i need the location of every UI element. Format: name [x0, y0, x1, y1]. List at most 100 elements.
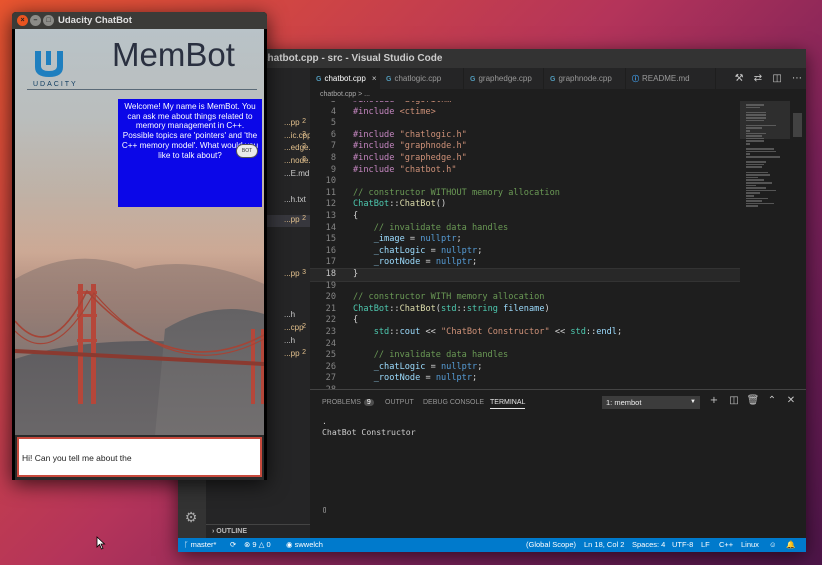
panel-tab[interactable]: DEBUG CONSOLE [423, 399, 484, 406]
code-line: 11 // constructor WITHOUT memory allocati… [310, 188, 740, 200]
git-branch[interactable]: ᚴ master* [184, 538, 216, 552]
more-actions-icon[interactable]: ⋯ [792, 73, 802, 84]
terminal-select[interactable]: 1: membot ▼ [602, 396, 700, 409]
line-number: 24 [325, 338, 336, 349]
sidebar-file-item[interactable]: ...cpp 2 [284, 323, 310, 335]
sidebar-file-badge: 2 [302, 156, 306, 163]
encoding-status[interactable]: UTF-8 [672, 538, 693, 552]
sidebar-file-item[interactable]: ...pp 2 [284, 118, 310, 130]
editor-tab-label: graphedge.cpp [478, 74, 532, 83]
feedback-smiley-icon[interactable]: ☺ [769, 538, 777, 552]
settings-gear-icon[interactable]: ⚙ [183, 510, 199, 526]
line-number: 26 [325, 361, 336, 372]
sidebar-file-item[interactable]: ...E.md ~/... [284, 169, 310, 181]
sidebar-file-badge: 2 [302, 118, 306, 125]
sidebar-file-item[interactable]: ...pp 2 [284, 349, 310, 361]
code-line: 10 [310, 176, 740, 188]
compare-icon[interactable]: ⇄ [754, 73, 762, 84]
minimap-line [746, 166, 762, 168]
close-icon[interactable]: × [372, 74, 377, 83]
editor-actions: ⚒ ⇄ ◫ ⋯ [728, 68, 802, 89]
code-line: 22 { [310, 315, 740, 327]
sidebar-file-item[interactable]: ...pp 2 [284, 215, 310, 227]
minimap-line [746, 150, 776, 153]
minimap[interactable] [740, 101, 790, 389]
line-number: 23 [325, 327, 336, 337]
panel-tab-label: DEBUG CONSOLE [423, 399, 485, 406]
close-panel-icon[interactable]: ✕ [784, 395, 798, 406]
sidebar-file-item[interactable]: ...h [284, 310, 310, 322]
sidebar-file-item[interactable]: ...pp 3 [284, 269, 310, 281]
add-terminal-icon[interactable]: + [707, 395, 721, 406]
chevron-right-icon: › [212, 528, 215, 535]
line-number: 15 [325, 234, 336, 245]
language-status[interactable]: C++ [719, 538, 733, 552]
minimap-line [746, 202, 774, 205]
sidebar-file-label: ...node.cpp [284, 156, 310, 165]
code-editor[interactable]: 3#include "algorithm"4#include <ctime>56… [310, 101, 740, 389]
sidebar-file-label: ...h [284, 310, 296, 319]
notifications-bell-icon[interactable]: 🔔 [786, 538, 795, 552]
sidebar-file-item[interactable]: ...edge.cpp2 [284, 143, 310, 155]
heading-divider [27, 89, 257, 90]
build-icon[interactable]: ⚒ [735, 73, 744, 84]
github-user[interactable]: ◉ swwelch [286, 538, 323, 552]
minimap-line [746, 153, 750, 155]
file-type-icon: ⓘ [632, 76, 639, 83]
code-line: 20 // constructor WITH memory allocation [310, 292, 740, 304]
code-line: 27 _rootNode = nullptr; [310, 373, 740, 385]
minimap-line [746, 161, 766, 163]
maximize-window-icon[interactable]: □ [43, 15, 54, 26]
minimap-line [746, 156, 780, 158]
maximize-panel-icon[interactable]: ⌃ [765, 395, 779, 406]
sidebar-file-item[interactable]: ...ic.cpp 3 [284, 131, 310, 143]
editor-tab[interactable]: Ggraphedge.cpp [464, 68, 544, 89]
editor-scrollbar[interactable] [790, 101, 806, 389]
sidebar-file-item[interactable]: ...h [284, 336, 310, 348]
eol-status[interactable]: LF [701, 538, 710, 552]
editor-tab[interactable]: Gchatbot.cpp × [310, 68, 380, 89]
outline-section[interactable]: › OUTLINE [206, 524, 310, 538]
indentation-status[interactable]: Spaces: 4 [632, 538, 665, 552]
chat-message-input[interactable]: Hi! Can you tell me about the [17, 437, 262, 477]
udacity-logo-text: UDACITY [33, 81, 78, 88]
editor-tab[interactable]: ⓘ README.md [626, 68, 716, 89]
terminal-area[interactable] [310, 414, 806, 538]
breadcrumb-text: chatbot.cpp > ... [320, 91, 371, 98]
minimap-line [746, 111, 766, 114]
sync-icon[interactable]: ⟳ [230, 538, 236, 552]
sidebar-file-item[interactable] [284, 182, 310, 194]
line-number: 10 [325, 176, 336, 187]
code-line: 12 ChatBot::ChatBot() [310, 199, 740, 211]
code-text: _chatLogic = nullptr; [373, 361, 483, 372]
file-type-icon: G [316, 76, 322, 83]
os-status[interactable]: Linux [741, 538, 759, 552]
code-text: _chatLogic = nullptr; [373, 245, 483, 256]
chatbot-window: × – □ Udacity ChatBot UDACITY MemBot Wel… [12, 12, 267, 480]
chat-input-value: Hi! Can you tell me about the [22, 453, 132, 463]
panel-tab[interactable]: PROBLEMS 9 [322, 399, 374, 406]
split-editor-icon[interactable]: ◫ [772, 73, 781, 84]
panel-tab[interactable]: OUTPUT [385, 399, 414, 406]
scrollbar-thumb[interactable] [793, 113, 802, 137]
scope-status[interactable]: (Global Scope) [526, 538, 576, 552]
sidebar-file-badge: 2 [302, 323, 306, 330]
sidebar-file-item[interactable]: ...h.txt [284, 195, 310, 207]
bot-avatar-label: BOT [241, 148, 253, 154]
editor-tab[interactable]: Ggraphnode.cpp [544, 68, 626, 89]
split-terminal-icon[interactable]: ◫ [727, 395, 741, 406]
code-line: 4 #include <ctime> [310, 107, 740, 119]
editor-tab[interactable]: Gchatlogic.cpp [380, 68, 464, 89]
line-number: 25 [325, 350, 336, 361]
breadcrumb[interactable]: chatbot.cpp > ... [310, 89, 806, 101]
close-window-icon[interactable]: × [17, 15, 28, 26]
cursor-position[interactable]: Ln 18, Col 2 [584, 538, 624, 552]
editor-tab-label: graphnode.cpp [558, 74, 612, 83]
panel-tab[interactable]: TERMINAL [490, 399, 526, 409]
file-type-icon: G [386, 76, 392, 83]
problems-status[interactable]: ⊗ 9 △ 0 [244, 538, 271, 552]
sidebar-file-item[interactable]: ...node.cpp2 [284, 156, 310, 168]
trash-icon[interactable]: 🗑 [746, 395, 760, 406]
minimize-window-icon[interactable]: – [30, 15, 41, 26]
udacity-logo-icon [35, 51, 63, 77]
